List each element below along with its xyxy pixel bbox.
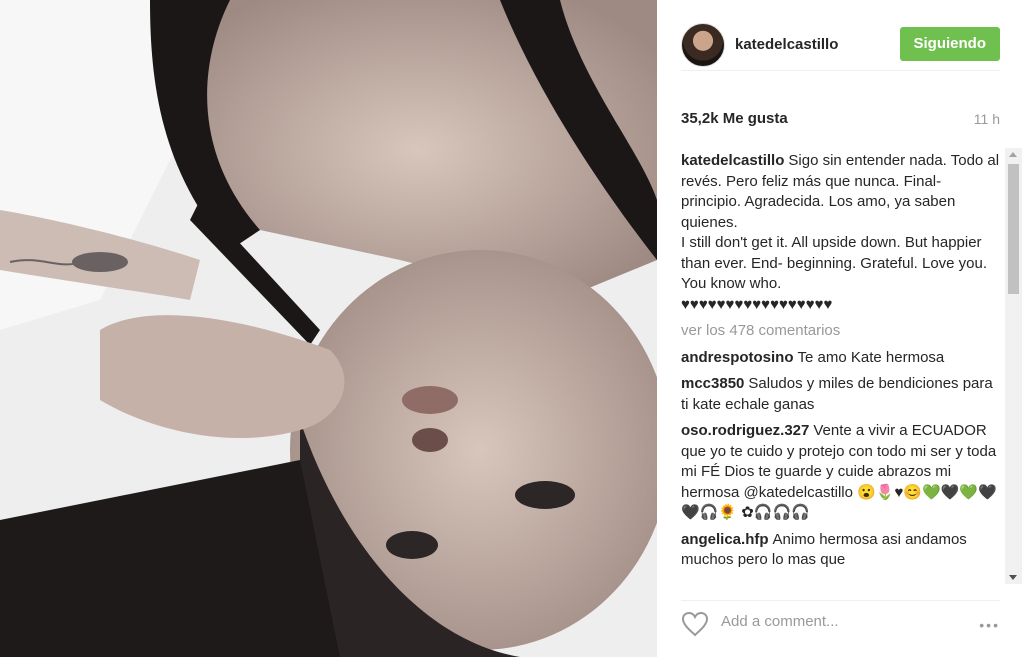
- heart-outline-icon[interactable]: [681, 611, 709, 637]
- header-username[interactable]: katedelcastillo: [735, 36, 838, 53]
- comment-username[interactable]: angelica.hfp: [681, 531, 769, 548]
- caption-text-en: I still don't get it. All upside down. B…: [681, 234, 988, 292]
- scroll-up-icon[interactable]: [1009, 152, 1017, 157]
- comment-item: andrespotosino Te amo Kate hermosa: [681, 348, 1003, 369]
- caption-hearts: ♥♥♥♥♥♥♥♥♥♥♥♥♥♥♥♥♥: [681, 295, 833, 313]
- caption-username[interactable]: katedelcastillo: [681, 152, 784, 169]
- following-button[interactable]: Siguiendo: [899, 27, 1000, 61]
- likes-count[interactable]: 35,2k Me gusta: [681, 110, 788, 127]
- comment-item: oso.rodriguez.327 Vente a vivir a ECUADOR…: [681, 421, 1003, 524]
- comment-username[interactable]: oso.rodriguez.327: [681, 422, 809, 439]
- scroll-down-icon[interactable]: [1009, 575, 1017, 580]
- scrollbar-thumb[interactable]: [1008, 164, 1019, 294]
- comments-list: katedelcastillo Sigo sin entender nada. T…: [681, 148, 1003, 584]
- more-options-icon[interactable]: •••: [979, 617, 1000, 633]
- comment-username[interactable]: mcc3850: [681, 375, 744, 392]
- caption: katedelcastillo Sigo sin entender nada. T…: [681, 151, 1003, 315]
- post-photo[interactable]: [0, 0, 657, 657]
- comment-text: Te amo Kate hermosa: [797, 348, 945, 366]
- comment-item: angelica.hfp Animo hermosa asi andamos mu…: [681, 530, 1003, 571]
- avatar[interactable]: [681, 23, 725, 67]
- comments-scrollbar[interactable]: [1005, 148, 1022, 584]
- add-comment-input[interactable]: Add a comment...: [721, 613, 839, 630]
- post-header: katedelcastillo Siguiendo: [681, 18, 1000, 71]
- instagram-post-window: katedelcastillo Siguiendo 35,2k Me gusta…: [0, 0, 1024, 657]
- post-photo-illustration: [0, 0, 657, 657]
- comment-item: mcc3850 Saludos y miles de bendiciones pa…: [681, 374, 1003, 415]
- view-all-comments-link[interactable]: ver los 478 comentarios: [681, 321, 1003, 342]
- comment-username[interactable]: andrespotosino: [681, 349, 794, 366]
- likes-row: 35,2k Me gusta 11 h: [681, 110, 1000, 130]
- comment-footer: Add a comment... •••: [681, 600, 1000, 649]
- post-sidebar: katedelcastillo Siguiendo 35,2k Me gusta…: [657, 0, 1024, 657]
- post-time[interactable]: 11 h: [974, 111, 1000, 127]
